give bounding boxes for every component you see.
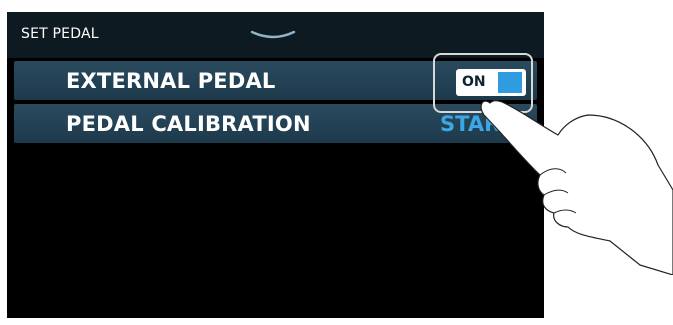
title-bar: SET PEDAL bbox=[7, 12, 544, 58]
page-title: SET PEDAL bbox=[21, 26, 99, 42]
chevron-down-icon[interactable] bbox=[250, 28, 296, 42]
pedal-settings-screen: SET PEDAL EXTERNAL PEDAL PEDAL CALIBRATI… bbox=[7, 12, 544, 318]
setting-label: EXTERNAL PEDAL bbox=[66, 69, 276, 93]
setting-label: PEDAL CALIBRATION bbox=[66, 112, 311, 136]
external-pedal-toggle[interactable]: ON bbox=[456, 69, 526, 96]
toggle-knob bbox=[498, 72, 522, 93]
calibration-start-button[interactable]: START bbox=[440, 112, 514, 136]
toggle-state-label: ON bbox=[462, 74, 486, 90]
